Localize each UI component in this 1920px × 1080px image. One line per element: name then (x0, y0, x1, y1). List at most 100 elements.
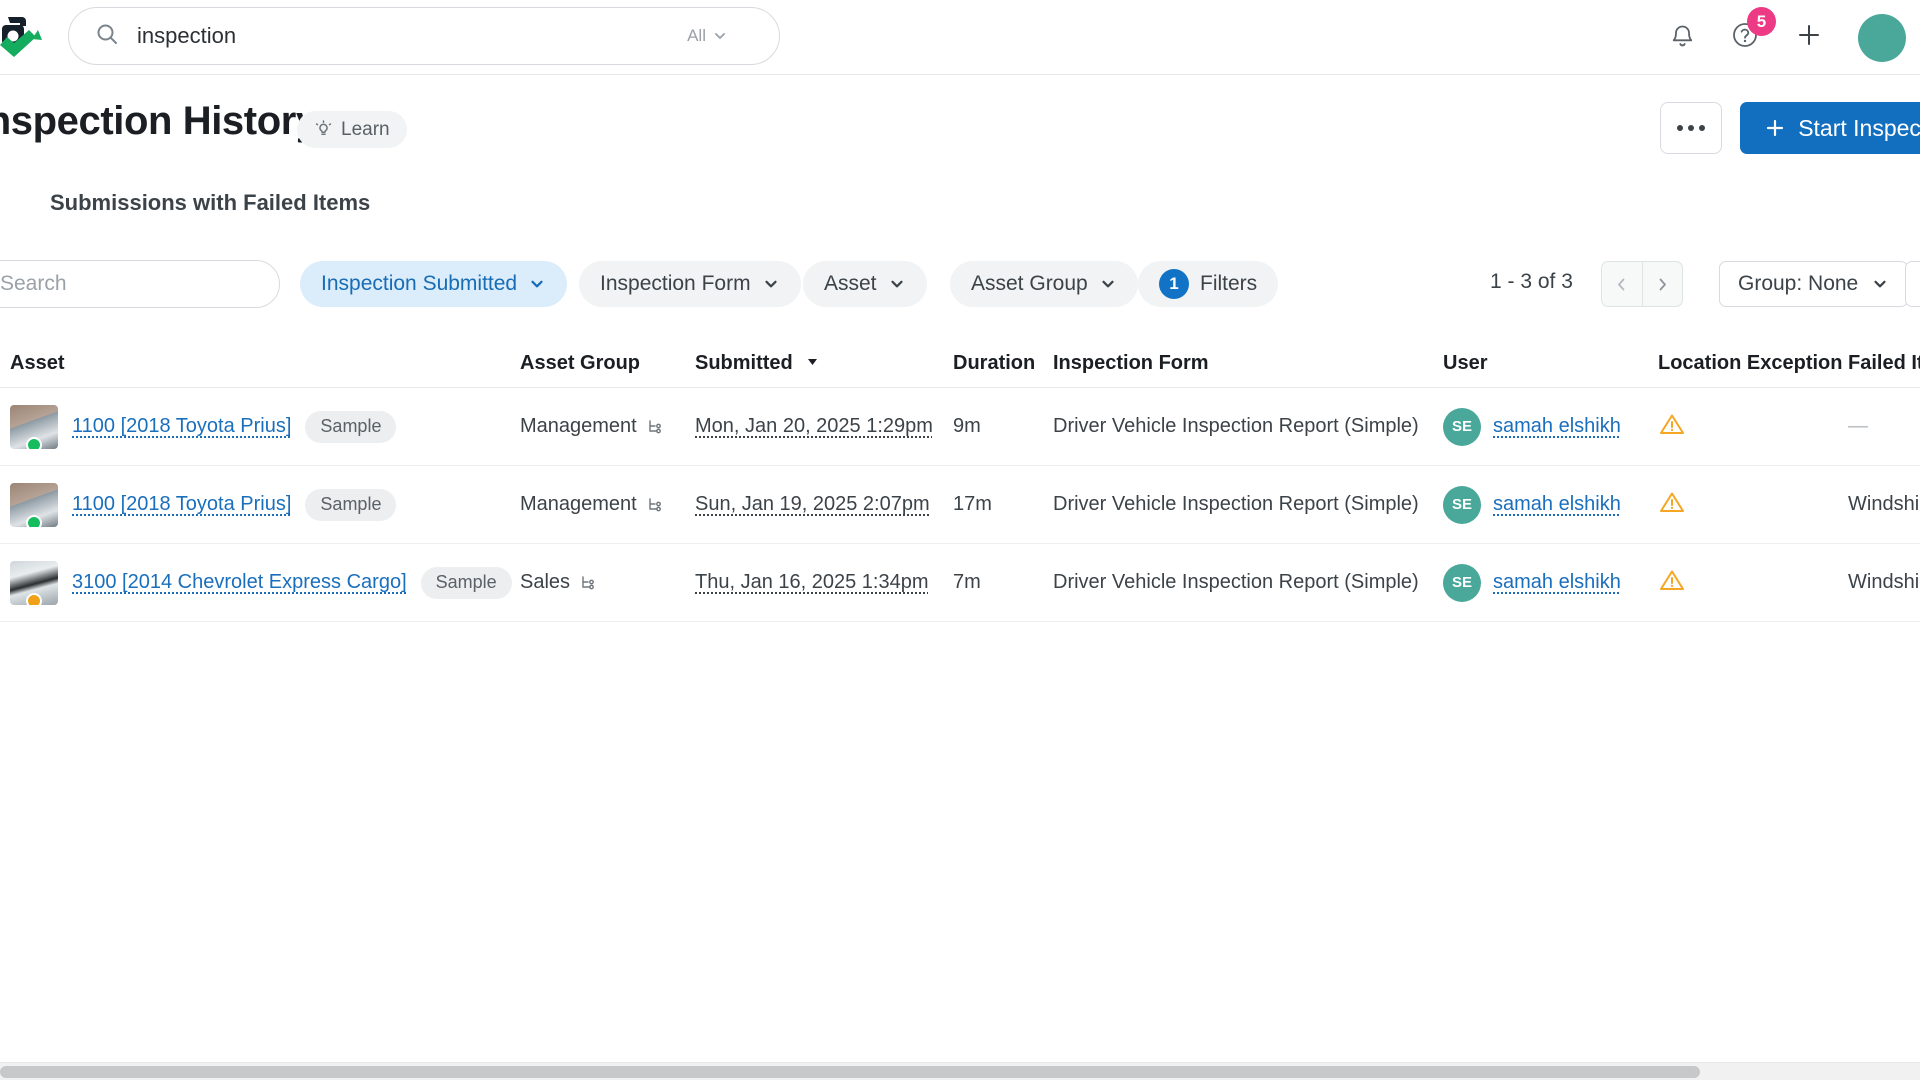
warning-triangle-icon (1660, 492, 1684, 512)
asset-group-label: Management (520, 493, 637, 515)
column-options-dropdown[interactable] (1905, 261, 1920, 307)
filter-label: Asset Group (971, 272, 1088, 295)
user-link[interactable]: samah elshikh (1493, 415, 1621, 438)
column-header-submitted[interactable]: Submitted (695, 352, 953, 375)
duration-value: 17m (953, 493, 992, 515)
page-header-actions: Start Inspection (1660, 102, 1920, 154)
column-header-location-exception[interactable]: Location Exception (1658, 352, 1848, 375)
inspection-form-name: Driver Vehicle Inspection Report (Simple… (1053, 493, 1419, 515)
user-avatar[interactable] (1858, 13, 1906, 62)
column-header-asset[interactable]: Asset (0, 352, 520, 375)
lightbulb-icon (315, 120, 332, 136)
asset-link[interactable]: 3100 [2014 Chevrolet Express Cargo] (72, 571, 407, 594)
sample-tag: Sample (420, 566, 512, 599)
failed-items-value: Windshield (1848, 493, 1920, 515)
global-search-input[interactable] (137, 23, 688, 49)
search-icon (95, 22, 119, 51)
filters-label: Filters (1200, 272, 1258, 295)
table-search[interactable] (0, 260, 280, 308)
asset-link[interactable]: 1100 [2018 Toyota Prius] (72, 493, 291, 516)
column-header-user[interactable]: User (1443, 352, 1658, 375)
chevron-down-icon (1102, 280, 1114, 288)
pagination-next-button[interactable] (1643, 262, 1683, 306)
hierarchy-icon (649, 497, 661, 511)
chevron-down-icon (531, 280, 543, 288)
chevron-down-icon (890, 280, 903, 288)
filters-count-badge: 1 (1159, 269, 1189, 299)
more-options-button[interactable] (1660, 102, 1723, 154)
plus-icon (1767, 119, 1784, 137)
bell-icon[interactable] (1669, 21, 1696, 55)
table-row[interactable]: 1100 [2018 Toyota Prius] Sample Manageme… (0, 466, 1920, 544)
asset-thumbnail (10, 482, 58, 527)
ellipsis-dot (1699, 125, 1706, 131)
group-by-dropdown[interactable]: Group: None (1719, 261, 1909, 307)
column-header-inspection-form[interactable]: Inspection Form (1053, 352, 1443, 375)
search-scope-label: All (687, 26, 706, 45)
submitted-link[interactable]: Thu, Jan 16, 2025 1:34pm (695, 571, 929, 593)
horizontal-scrollbar[interactable] (0, 1062, 1920, 1080)
sort-descending-icon (808, 359, 818, 365)
chevron-right-icon (1659, 278, 1666, 290)
sample-tag: Sample (305, 488, 397, 521)
user-link[interactable]: samah elshikh (1493, 493, 1621, 516)
help-icon[interactable]: 5 (1730, 7, 1776, 55)
asset-link[interactable]: 1100 [2018 Toyota Prius] (72, 415, 291, 438)
filter-asset-group[interactable]: Asset Group (950, 261, 1138, 307)
start-inspection-button[interactable]: Start Inspection (1740, 102, 1920, 154)
column-header-failed-items[interactable]: Failed Items (1848, 352, 1920, 375)
failed-items-value: Windshield (1848, 571, 1920, 593)
page-title: Inspection History (0, 99, 318, 143)
ellipsis-dot (1688, 125, 1695, 131)
saved-view-title: Submissions with Failed Items (50, 190, 371, 215)
hierarchy-icon (582, 575, 594, 589)
fleetio-logo[interactable] (0, 11, 50, 63)
column-header-asset-group[interactable]: Asset Group (520, 352, 695, 375)
filter-asset[interactable]: Asset (803, 261, 927, 307)
filter-toolbar: Inspection Submitted Inspection Form Ass… (0, 258, 1920, 320)
duration-value: 7m (953, 571, 981, 593)
horizontal-scrollbar-thumb[interactable] (0, 1066, 1700, 1078)
plus-icon[interactable] (1794, 20, 1824, 55)
hierarchy-icon (649, 419, 661, 433)
group-by-label: Group: None (1738, 272, 1859, 295)
filters-button[interactable]: 1 Filters (1138, 261, 1279, 307)
warning-triangle-icon (1660, 414, 1684, 434)
failed-items-value: — (1848, 415, 1868, 437)
global-search[interactable]: All (68, 7, 780, 65)
duration-value: 9m (953, 415, 981, 437)
chevron-left-icon (1618, 278, 1625, 290)
chevron-down-icon (1874, 280, 1886, 288)
submitted-link[interactable]: Mon, Jan 20, 2025 1:29pm (695, 415, 933, 437)
table-row[interactable]: 1100 [2018 Toyota Prius] Sample Manageme… (0, 388, 1920, 466)
column-header-duration[interactable]: Duration (953, 352, 1053, 375)
filter-inspection-form[interactable]: Inspection Form (579, 261, 801, 307)
table-row[interactable]: 3100 [2014 Chevrolet Express Cargo] Samp… (0, 544, 1920, 622)
submitted-link[interactable]: Sun, Jan 19, 2025 2:07pm (695, 493, 930, 515)
learn-label: Learn (341, 118, 390, 140)
learn-button[interactable]: Learn (297, 111, 407, 148)
asset-status-dot (26, 514, 42, 527)
inspection-form-name: Driver Vehicle Inspection Report (Simple… (1053, 571, 1419, 593)
inspection-history-table: Asset Asset Group Submitted Duration Ins… (0, 340, 1920, 622)
asset-thumbnail (10, 404, 58, 449)
ellipsis-dot (1677, 125, 1684, 131)
table-search-input[interactable] (0, 272, 279, 296)
filter-inspection-submitted[interactable]: Inspection Submitted (300, 261, 568, 307)
nav-actions: 5 (1669, 0, 1920, 75)
column-header-submitted-label: Submitted (695, 352, 793, 374)
inspection-form-name: Driver Vehicle Inspection Report (Simple… (1053, 415, 1419, 437)
sample-tag: Sample (305, 410, 397, 443)
pagination-prev-button[interactable] (1602, 262, 1643, 306)
user-avatar: SE (1443, 563, 1481, 602)
help-notification-badge: 5 (1747, 7, 1776, 36)
asset-status-dot (26, 436, 42, 449)
user-avatar: SE (1443, 407, 1481, 446)
search-scope-dropdown[interactable]: All (687, 26, 727, 46)
table-header-row: Asset Asset Group Submitted Duration Ins… (0, 340, 1920, 388)
asset-group-label: Sales (520, 571, 571, 593)
user-link[interactable]: samah elshikh (1493, 571, 1621, 594)
start-inspection-label: Start Inspection (1798, 114, 1920, 141)
filter-label: Inspection Submitted (321, 272, 518, 295)
filter-label: Inspection Form (600, 272, 751, 295)
